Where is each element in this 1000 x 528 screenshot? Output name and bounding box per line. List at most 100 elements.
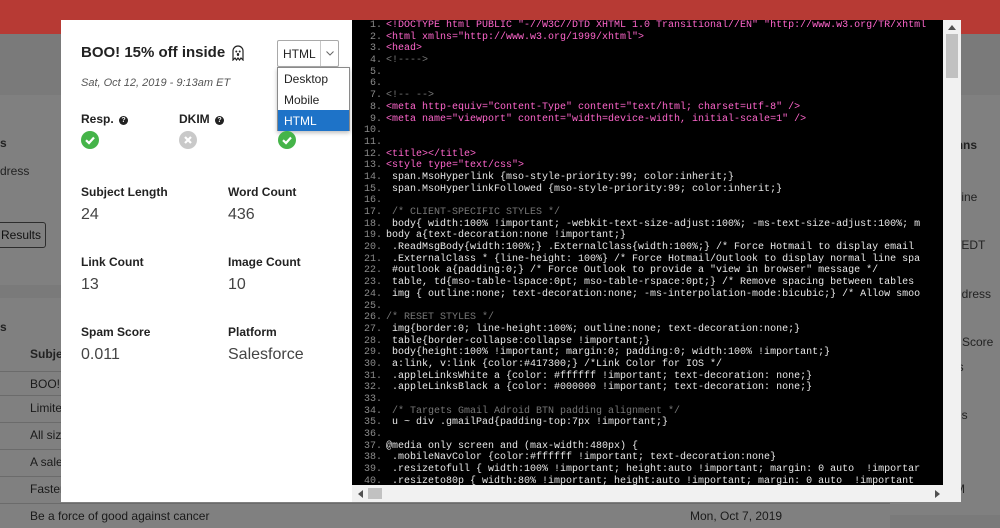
line-number: 2.: [369, 31, 382, 43]
code-line: 33.: [352, 394, 942, 406]
line-number: 22.: [363, 265, 382, 277]
code-text: .mobileNavColor {color:#ffffff !importan…: [386, 452, 777, 464]
row-subject: Be a force of good against cancer: [30, 509, 210, 523]
line-number: 18.: [363, 218, 382, 230]
vertical-scrollbar[interactable]: [943, 20, 961, 485]
code-text: a:link, v:link {color:#417300;} /*Link C…: [386, 358, 723, 370]
scroll-right-arrow-icon[interactable]: [929, 485, 945, 502]
line-number: 38.: [363, 452, 382, 464]
code-line: 4. <!---->: [352, 55, 942, 67]
line-number: 7.: [369, 90, 382, 102]
filter-panel-heading: s: [0, 136, 7, 150]
row-subject: A sale: [30, 455, 63, 469]
view-option-html[interactable]: HTML: [278, 110, 349, 131]
code-line: 17. /* CLIENT-SPECIFIC STYLES */: [352, 207, 942, 219]
scroll-up-arrow-icon[interactable]: [943, 20, 961, 34]
email-send-date: Sat, Oct 12, 2019 - 9:13am ET: [81, 77, 231, 89]
code-line: 18. body{ width:100% !important; -webkit…: [352, 219, 942, 231]
code-text: #outlook a{padding:0;} /* Force Outlook …: [386, 265, 879, 277]
line-number: 3.: [369, 43, 382, 55]
code-line: 19. body a{text-decoration:none !importan…: [352, 230, 942, 242]
code-line: 3. <head>: [352, 43, 942, 55]
code-line: 1. <!DOCTYPE html PUBLIC "-//W3C//DTD XHT…: [352, 20, 942, 32]
code-text: img { outline:none; text-decoration:none…: [386, 288, 921, 300]
code-line: 29. body{height:100% !important; margin:…: [352, 347, 942, 359]
line-number: 33.: [363, 394, 382, 405]
email-subject-title: BOO! 15% off inside: [81, 44, 226, 61]
code-text: body{ width:100% !important; -webkit-tex…: [386, 218, 921, 230]
help-icon[interactable]: ?: [215, 116, 225, 125]
resp-label: Resp.: [81, 112, 114, 126]
email-title-row: BOO! 15% off inside: [81, 44, 246, 61]
link-count-value: 13: [81, 276, 99, 293]
code-line: 28. table{border-collapse:collapse !impo…: [352, 336, 942, 348]
code-text: /* RESET STYLES */: [386, 312, 495, 324]
row-subject: BOO!: [30, 377, 61, 391]
results-button[interactable]: Results: [0, 222, 46, 248]
horizontal-scrollbar[interactable]: [352, 485, 961, 502]
line-number: 39.: [363, 464, 382, 476]
code-text: img{border:0; line-height:100%; outline:…: [386, 323, 801, 335]
html-source-view[interactable]: 1. <!DOCTYPE html PUBLIC "-//W3C//DTD XHT…: [352, 20, 961, 502]
code-text: .ExternalClass * {line-height: 100%} /* …: [386, 253, 921, 265]
source-code-lines: 1. <!DOCTYPE html PUBLIC "-//W3C//DTD XHT…: [352, 20, 942, 485]
vertical-scroll-thumb[interactable]: [946, 34, 958, 78]
line-number: 35.: [363, 417, 382, 429]
code-line: 10.: [352, 125, 942, 137]
code-line: 15. span.MsoHyperlinkFollowed {mso-style…: [352, 184, 942, 196]
view-option-mobile[interactable]: Mobile: [278, 89, 349, 110]
horizontal-scroll-thumb[interactable]: [368, 488, 382, 499]
help-icon[interactable]: ?: [119, 116, 129, 125]
code-text: .resizeto80p { width:80% !important; hei…: [386, 475, 915, 485]
code-line: 32. .appleLinksBlack a {color: #000000 !…: [352, 382, 942, 394]
line-number: 6.: [369, 78, 382, 90]
code-text: span.MsoHyperlinkFollowed {mso-style-pri…: [386, 183, 783, 195]
subject-length-value: 24: [81, 206, 99, 223]
code-text: .resizetofull { width:100% !important; h…: [386, 464, 921, 476]
line-number: 1.: [369, 20, 382, 31]
view-mode-select[interactable]: HTML: [277, 40, 339, 67]
code-text: /* CLIENT-SPECIFIC STYLES */: [386, 207, 561, 218]
row-date: Mon, Oct 7, 2019: [690, 509, 783, 523]
column-option-label[interactable]: /EDT: [958, 238, 985, 252]
line-number: 37.: [363, 440, 382, 452]
spam-score-label: Spam Score: [81, 325, 151, 339]
email-preview-modal: BOO! 15% off inside Sat, Oct 12, 2019 - …: [61, 20, 961, 502]
line-number: 36.: [363, 429, 382, 441]
word-count-value: 436: [228, 206, 255, 223]
code-line: 25.: [352, 301, 942, 313]
column-option-label[interactable]: Score: [962, 335, 993, 349]
code-line: 6.: [352, 78, 942, 90]
code-line: 14. span.MsoHyperlink {mso-style-priorit…: [352, 172, 942, 184]
code-text: <!---->: [386, 55, 429, 67]
link-count-label: Link Count: [81, 255, 144, 269]
line-number: 19.: [363, 230, 382, 242]
line-number: 4.: [369, 55, 382, 67]
code-line: 27. img{border:0; line-height:100%; outl…: [352, 324, 942, 336]
code-line: 2. <html xmlns="http://www.w3.org/1999/xh…: [352, 32, 942, 44]
scroll-left-arrow-icon[interactable]: [352, 485, 368, 502]
line-number: 21.: [363, 253, 382, 265]
code-line: 12. <title></title>: [352, 149, 942, 161]
code-line: 30. a:link, v:link {color:#417300;} /*Li…: [352, 359, 942, 371]
table-row[interactable]: Be a force of good against cancer Mon, Oc…: [0, 503, 890, 527]
cross-icon: [179, 131, 197, 149]
line-number: 5.: [369, 66, 382, 78]
platform-label: Platform: [228, 325, 277, 339]
resp-label-wrap: Resp. ?: [81, 112, 129, 126]
code-text: .ReadMsgBody{width:100%;} .ExternalClass…: [386, 242, 915, 254]
results-table-heading: s: [0, 320, 7, 334]
line-number: 24.: [363, 288, 382, 300]
email-info-panel: BOO! 15% off inside Sat, Oct 12, 2019 - …: [61, 20, 352, 502]
dkim-label-wrap: DKIM ?: [179, 112, 225, 126]
line-number: 13.: [363, 160, 382, 172]
line-number: 14.: [363, 171, 382, 183]
code-line: 36.: [352, 429, 942, 441]
code-text: <style type="text/css">: [386, 160, 525, 172]
code-text: <!-- -->: [386, 90, 435, 102]
code-text: u ~ div .gmailPad{padding-top:7px !impor…: [386, 417, 669, 429]
line-number: 17.: [363, 207, 382, 218]
line-number: 28.: [363, 335, 382, 347]
row-subject: All siz: [30, 428, 62, 442]
view-option-desktop[interactable]: Desktop: [278, 68, 349, 89]
